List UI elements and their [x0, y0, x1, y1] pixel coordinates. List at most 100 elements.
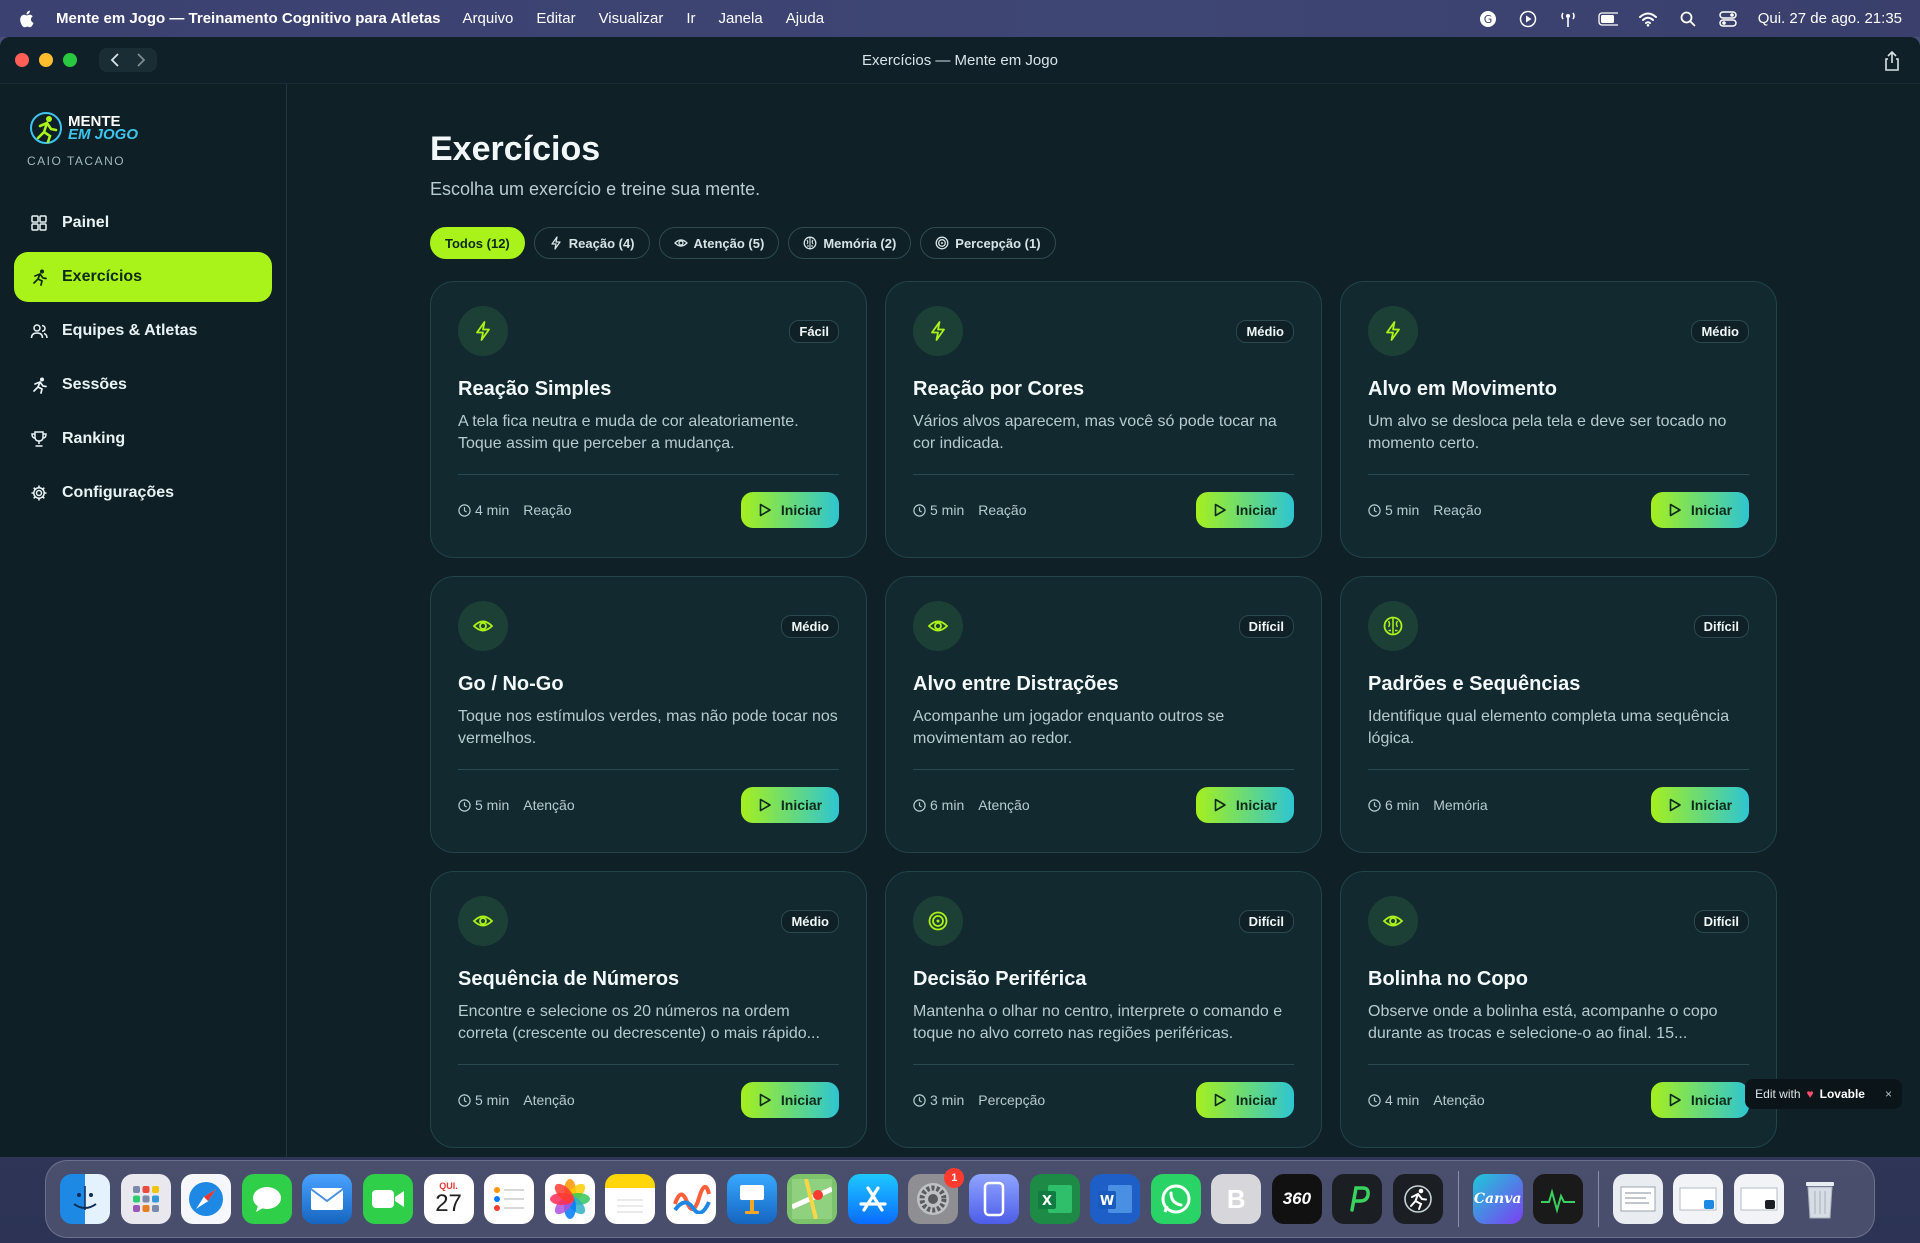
filter-percepcao[interactable]: Percepção (1) — [920, 227, 1056, 259]
start-button[interactable]: Iniciar — [1651, 492, 1749, 528]
spotlight-search-icon[interactable] — [1678, 10, 1698, 28]
menu-visualizar[interactable]: Visualizar — [599, 10, 664, 27]
close-icon[interactable]: × — [1885, 1087, 1892, 1101]
facetime-icon[interactable] — [362, 1174, 413, 1224]
app-360-icon[interactable]: 360 — [1271, 1174, 1322, 1224]
menu-arquivo[interactable]: Arquivo — [463, 10, 514, 27]
filter-memoria[interactable]: Memória (2) — [788, 227, 912, 259]
sidebar-item-sessoes[interactable]: Sessões — [14, 360, 272, 410]
finder-icon[interactable] — [60, 1174, 110, 1224]
notes-icon[interactable] — [605, 1174, 656, 1224]
activity-monitor-icon[interactable] — [1533, 1174, 1584, 1224]
menubar-clock[interactable]: Qui. 27 de ago. 21:35 — [1758, 10, 1902, 27]
zoom-window-button[interactable] — [63, 53, 77, 67]
iphone-mirroring-icon[interactable] — [968, 1174, 1019, 1224]
start-button[interactable]: Iniciar — [1196, 492, 1294, 528]
exercise-duration: 5 min — [475, 797, 510, 813]
start-button[interactable]: Iniciar — [741, 1082, 839, 1118]
battery-icon[interactable] — [1598, 10, 1618, 28]
play-circle-icon[interactable] — [1518, 10, 1538, 28]
calendar-icon[interactable]: QUI. 27 — [423, 1174, 474, 1224]
exercise-card[interactable]: Fácil Reação Simples A tela fica neutra … — [430, 281, 867, 558]
safari-icon[interactable] — [181, 1174, 232, 1224]
whatsapp-icon[interactable] — [1150, 1174, 1201, 1224]
start-button[interactable]: Iniciar — [1651, 1082, 1749, 1118]
menu-ir[interactable]: Ir — [686, 10, 695, 27]
target-icon — [935, 236, 949, 250]
airdrop-icon[interactable] — [1558, 10, 1578, 28]
exercise-card[interactable]: Difícil Alvo entre Distrações Acompanhe … — [885, 576, 1322, 853]
downloads-stack-icon[interactable] — [1612, 1174, 1663, 1224]
start-button[interactable]: Iniciar — [741, 492, 839, 528]
sidebar-item-label: Painel — [62, 214, 110, 231]
exercise-title: Decisão Periférica — [913, 968, 1087, 990]
grammarly-icon[interactable]: G — [1478, 10, 1498, 28]
minimize-window-button[interactable] — [39, 53, 53, 67]
card-divider — [913, 1064, 1294, 1065]
exercise-card[interactable]: Médio Sequência de Números Encontre e se… — [430, 871, 867, 1148]
trash-icon[interactable] — [1795, 1174, 1845, 1224]
menu-janela[interactable]: Janela — [719, 10, 763, 27]
exercise-card[interactable]: Médio Alvo em Movimento Um alvo se deslo… — [1340, 281, 1777, 558]
mail-icon[interactable] — [302, 1174, 353, 1224]
calendar-day: 27 — [435, 1190, 462, 1217]
screenshot-stack-icon[interactable] — [1673, 1174, 1724, 1224]
menubar-app-name[interactable]: Mente em Jogo — Treinamento Cognitivo pa… — [56, 10, 441, 27]
start-button[interactable]: Iniciar — [741, 787, 839, 823]
menu-editar[interactable]: Editar — [536, 10, 575, 27]
sidebar-item-ranking[interactable]: Ranking — [14, 414, 272, 464]
forward-icon[interactable] — [131, 51, 151, 69]
sidebar-item-exercicios[interactable]: Exercícios — [14, 252, 272, 302]
exercise-card[interactable]: Médio Reação por Cores Vários alvos apar… — [885, 281, 1322, 558]
sidebar-nav: Painel Exercícios Equipes & Atletas Sess… — [14, 198, 272, 518]
page-title: Exercícios — [430, 130, 601, 168]
exercise-card[interactable]: Médio Go / No-Go Toque nos estímulos ver… — [430, 576, 867, 853]
exercise-category: Atenção — [1433, 1092, 1485, 1108]
bolt-icon — [1368, 306, 1418, 356]
reminders-icon[interactable] — [484, 1174, 535, 1224]
brand-logo[interactable]: MENTE EM JOGO — [28, 110, 272, 146]
messages-icon[interactable] — [241, 1174, 292, 1224]
filter-chips: Todos (12) Reação (4) Atenção (5) Memóri… — [430, 227, 1920, 259]
excel-icon[interactable]: X — [1029, 1174, 1080, 1224]
exercise-description: Vários alvos aparecem, mas você só pode … — [913, 413, 1277, 452]
filter-todos[interactable]: Todos (12) — [430, 227, 525, 259]
start-button[interactable]: Iniciar — [1196, 1082, 1294, 1118]
eye-icon — [913, 601, 963, 651]
maps-icon[interactable] — [787, 1174, 838, 1224]
freeform-icon[interactable] — [665, 1174, 716, 1224]
system-settings-icon[interactable]: 1 — [908, 1168, 965, 1224]
exercise-card[interactable]: Difícil Decisão Periférica Mantenha o ol… — [885, 871, 1322, 1148]
photos-icon[interactable] — [544, 1174, 595, 1224]
canva-icon[interactable]: Canva — [1472, 1174, 1523, 1224]
back-icon[interactable] — [105, 51, 125, 69]
sidebar-item-painel[interactable]: Painel — [14, 198, 272, 248]
filter-reacao[interactable]: Reação (4) — [533, 227, 650, 259]
start-button[interactable]: Iniciar — [1196, 787, 1294, 823]
exercise-card[interactable]: Difícil Padrões e Sequências Identifique… — [1340, 576, 1777, 853]
menu-ajuda[interactable]: Ajuda — [786, 10, 824, 27]
b-app-icon[interactable]: B — [1211, 1174, 1262, 1224]
trophy-icon — [30, 430, 48, 448]
exercise-card[interactable]: Difícil Bolinha no Copo Observe onde a b… — [1340, 871, 1777, 1148]
card-divider — [913, 769, 1294, 770]
filter-atencao[interactable]: Atenção (5) — [658, 227, 780, 259]
share-icon[interactable] — [1882, 50, 1902, 72]
keynote-icon[interactable] — [726, 1174, 777, 1224]
start-label: Iniciar — [780, 1092, 823, 1108]
documents-stack-icon[interactable] — [1734, 1174, 1785, 1224]
apple-icon[interactable] — [18, 10, 34, 28]
lovable-badge[interactable]: Edit with ♥ Lovable × — [1745, 1079, 1902, 1109]
app-store-icon[interactable] — [847, 1174, 898, 1224]
wifi-icon[interactable] — [1638, 10, 1658, 28]
users-icon — [30, 322, 48, 340]
sidebar-item-configuracoes[interactable]: Configurações — [14, 468, 272, 518]
word-icon[interactable]: W — [1090, 1174, 1141, 1224]
control-center-icon[interactable] — [1718, 10, 1738, 28]
p-app-icon[interactable] — [1332, 1174, 1383, 1224]
runner-app-icon[interactable] — [1393, 1174, 1444, 1224]
sidebar-item-equipes[interactable]: Equipes & Atletas — [14, 306, 272, 356]
start-button[interactable]: Iniciar — [1651, 787, 1749, 823]
close-window-button[interactable] — [15, 53, 29, 67]
launchpad-icon[interactable] — [120, 1174, 171, 1224]
